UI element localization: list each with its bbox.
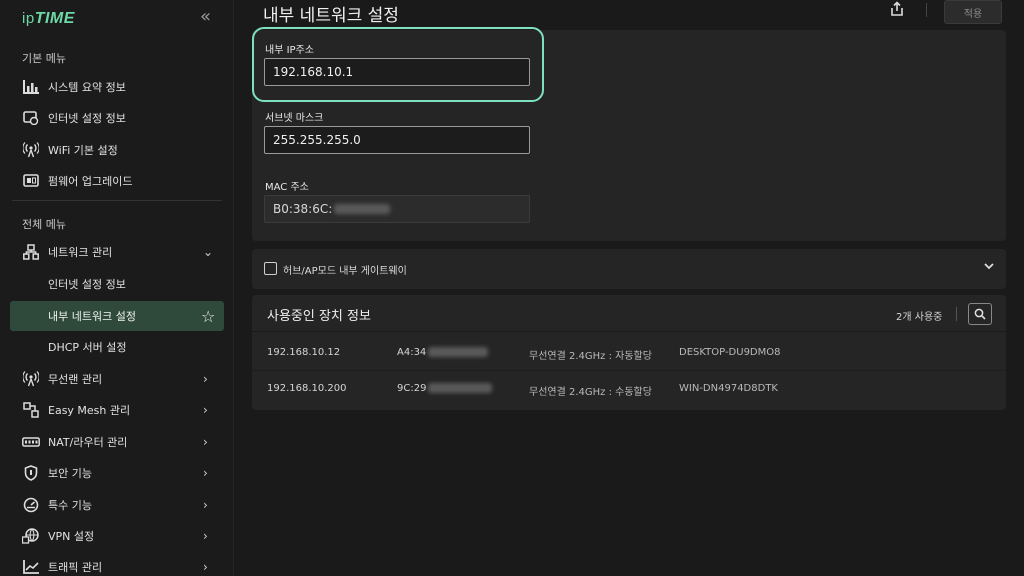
sidebar-item-label: 특수 기능 (48, 499, 92, 512)
sidebar-item-label: 네트워크 관리 (48, 246, 113, 259)
sidebar-item-label: 내부 네트워크 설정 (48, 310, 136, 323)
device-hostname: DESKTOP-DU9DMO8 (679, 347, 781, 358)
sidebar-subitem-internal-network[interactable]: 내부 네트워크 설정 ☆ (10, 301, 224, 331)
gateway-checkbox-label[interactable]: 허브/AP모드 내부 게이트웨이 (283, 262, 407, 277)
device-mac-prefix: 9C:29 (397, 383, 427, 394)
page-title: 내부 네트워크 설정 (263, 6, 399, 26)
mesh-icon (22, 401, 40, 419)
sidebar-item-label: Easy Mesh 관리 (48, 404, 131, 417)
firmware-icon (22, 172, 40, 190)
internal-ip-field[interactable]: 192.168.10.1 (264, 58, 530, 86)
wifi-antenna-icon (22, 141, 40, 159)
device-mac-prefix: A4:34 (397, 347, 427, 358)
search-icon (974, 308, 986, 320)
sidebar-divider (12, 200, 222, 201)
chevron-right-icon: › (203, 529, 208, 543)
basic-menu-title: 기본 메뉴 (22, 52, 66, 65)
favorite-star-icon[interactable]: ☆ (201, 307, 215, 326)
sidebar-item-label: WiFi 기본 설정 (48, 144, 118, 157)
device-row[interactable]: 192.168.10.200 9C:29 무선연결 2.4GHz : 수동할당 … (252, 373, 1006, 407)
device-mac: A4:34 (397, 347, 489, 358)
network-icon (22, 243, 40, 261)
sidebar-item-label: 펌웨어 업그레이드 (48, 175, 133, 188)
devices-separator (956, 307, 957, 321)
sidebar-item-special-features[interactable]: 특수 기능 › (0, 490, 234, 520)
share-icon[interactable] (889, 1, 905, 21)
gateway-checkbox[interactable] (264, 262, 277, 275)
apply-button[interactable]: 적용 (944, 0, 1002, 24)
mac-address-field: B0:38:6C: (264, 195, 530, 223)
sidebar-item-easy-mesh[interactable]: Easy Mesh 관리 › (0, 395, 234, 425)
sidebar-item-label: NAT/라우터 관리 (48, 436, 128, 449)
devices-count: 2개 사용중 (896, 312, 943, 323)
traffic-chart-icon (22, 558, 40, 576)
toolbar-separator (926, 3, 927, 17)
device-ip: 192.168.10.200 (267, 383, 347, 394)
sidebar-subitem-dhcp-server[interactable]: DHCP 서버 설정 (0, 332, 234, 362)
sidebar-item-label: VPN 설정 (48, 530, 95, 543)
device-row[interactable]: 192.168.10.12 A4:34 무선연결 2.4GHz : 자동할당 D… (252, 337, 1006, 371)
vpn-globe-icon (22, 527, 40, 545)
blurred-text (428, 383, 493, 393)
mac-address-label: MAC 주소 (265, 182, 309, 193)
subnet-mask-label: 서브넷 마스크 (265, 113, 324, 124)
sidebar-item-wireless[interactable]: 무선랜 관리 › (0, 364, 234, 394)
sidebar-item-internet-info[interactable]: 인터넷 설정 정보 (0, 103, 234, 133)
sidebar-item-label: 무선랜 관리 (48, 373, 103, 386)
device-connection: 무선연결 2.4GHz : 자동할당 (529, 351, 652, 362)
internet-icon (22, 109, 40, 127)
device-ip: 192.168.10.12 (267, 347, 341, 358)
chevron-right-icon: › (203, 403, 208, 417)
mac-address-value: B0:38:6C: (273, 202, 333, 216)
blurred-text (334, 204, 391, 214)
search-button[interactable] (968, 303, 992, 325)
sidebar-item-traffic[interactable]: 트래픽 관리 › (0, 552, 234, 576)
gauge-icon (22, 496, 40, 514)
blurred-text (428, 347, 489, 357)
sidebar: ipTIME « 기본 메뉴 시스템 요약 정보 인터넷 설정 정보 WiFi … (0, 0, 234, 576)
chevron-right-icon: › (203, 466, 208, 480)
sidebar-item-label: DHCP 서버 설정 (48, 341, 127, 354)
devices-header: 사용중인 장치 정보 2개 사용중 (252, 295, 1006, 332)
bar-chart-icon (22, 78, 40, 96)
collapse-sidebar-icon[interactable]: « (200, 6, 211, 27)
wifi-antenna-icon (22, 370, 40, 388)
sidebar-item-system-summary[interactable]: 시스템 요약 정보 (0, 72, 234, 102)
all-menu-title: 전체 메뉴 (22, 218, 66, 231)
chevron-right-icon: › (203, 498, 208, 512)
devices-title: 사용중인 장치 정보 (267, 309, 371, 324)
sidebar-item-network-management[interactable]: 네트워크 관리 ⌄ (0, 237, 234, 267)
sidebar-item-label: 트래픽 관리 (48, 561, 103, 574)
chevron-right-icon: › (203, 372, 208, 386)
chevron-right-icon: › (203, 435, 208, 449)
sidebar-subitem-internet-info[interactable]: 인터넷 설정 정보 (0, 269, 234, 299)
shield-icon (22, 464, 40, 482)
sidebar-item-wifi-basic[interactable]: WiFi 기본 설정 (0, 135, 234, 165)
sidebar-item-label: 인터넷 설정 정보 (48, 278, 126, 291)
subnet-mask-field[interactable]: 255.255.255.0 (264, 126, 530, 154)
main-content: 내부 네트워크 설정 적용 내부 IP주소 192.168.10.1 서브넷 마… (234, 0, 1024, 576)
sidebar-item-vpn[interactable]: VPN 설정 › (0, 521, 234, 551)
sidebar-item-label: 보안 기능 (48, 467, 92, 480)
devices-card: 사용중인 장치 정보 2개 사용중 192.168.10.12 A4:34 무선… (252, 295, 1006, 410)
router-icon (22, 433, 40, 451)
gateway-card[interactable]: 허브/AP모드 내부 게이트웨이 (252, 249, 1006, 289)
sidebar-item-security[interactable]: 보안 기능 › (0, 458, 234, 488)
network-settings-card: 내부 IP주소 192.168.10.1 서브넷 마스크 255.255.255… (252, 27, 1006, 241)
sidebar-item-firmware-upgrade[interactable]: 펌웨어 업그레이드 (0, 166, 234, 196)
chevron-right-icon: › (203, 560, 208, 574)
chevron-down-icon[interactable] (983, 260, 995, 275)
iptime-logo[interactable]: ipTIME (22, 10, 75, 28)
chevron-down-icon: ⌄ (203, 245, 214, 259)
sidebar-item-nat-router[interactable]: NAT/라우터 관리 › (0, 427, 234, 457)
internal-ip-label: 내부 IP주소 (265, 45, 314, 56)
sidebar-item-label: 시스템 요약 정보 (48, 81, 126, 94)
device-connection: 무선연결 2.4GHz : 수동할당 (529, 387, 652, 398)
device-mac: 9C:29 (397, 383, 493, 394)
device-hostname: WIN-DN4974D8DTK (679, 383, 778, 394)
sidebar-item-label: 인터넷 설정 정보 (48, 112, 126, 125)
